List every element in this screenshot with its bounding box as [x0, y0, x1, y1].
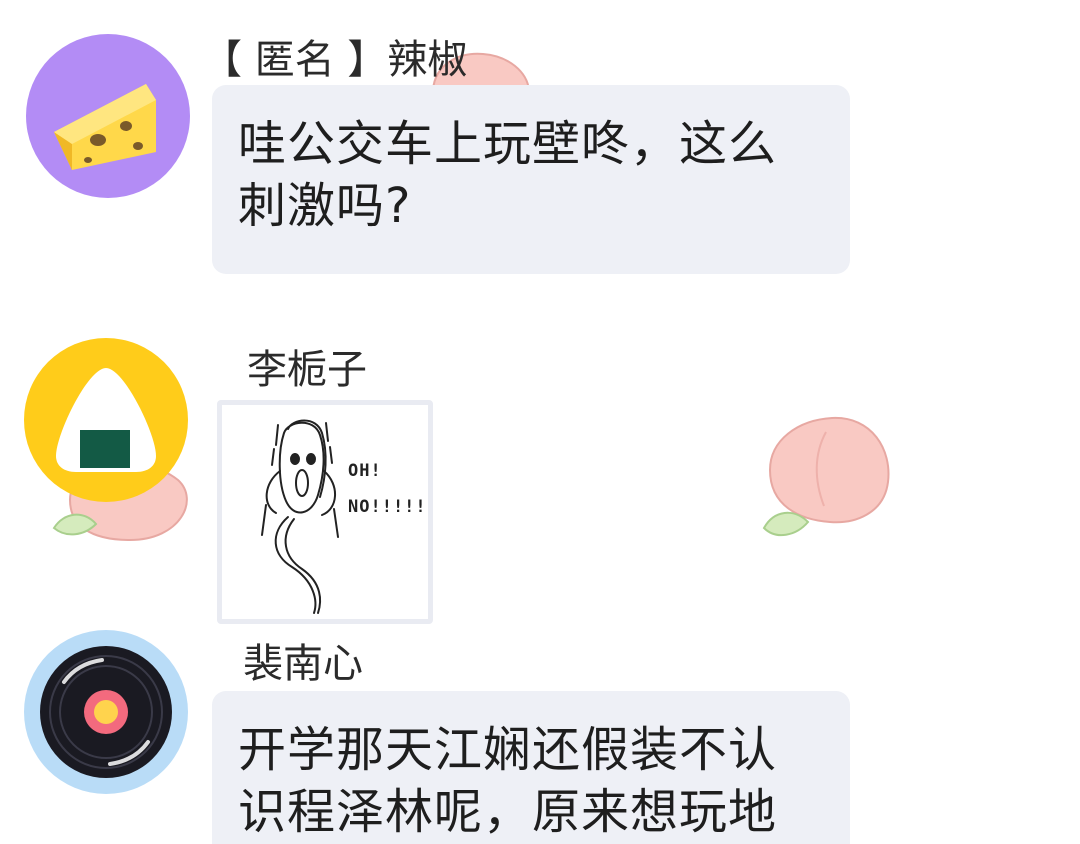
message-text: 刺激吗?: [238, 178, 412, 234]
chat-screen: 【 匿名 】辣椒 哇公交车上玩壁咚，这么 刺激吗? 李栀子 OH! NO!!!!…: [0, 0, 1080, 844]
sender-name: 【 匿名 】辣椒: [202, 37, 468, 83]
sticker-image[interactable]: OH! NO!!!!!: [217, 400, 433, 624]
message-bubble[interactable]: 哇公交车上玩壁咚，这么 刺激吗?: [212, 85, 850, 274]
message-text: 哇公交车上玩壁咚，这么: [238, 116, 778, 172]
message-text: 开学那天江娴还假装不认: [238, 722, 778, 778]
avatar[interactable]: [24, 338, 188, 502]
sticker-caption: OH!: [348, 461, 382, 481]
peach-icon: [762, 416, 890, 537]
avatar[interactable]: [26, 34, 190, 198]
sticker-caption: NO!!!!!: [348, 497, 427, 517]
sender-name: 裴南心: [243, 641, 363, 687]
vinyl-record-icon: [40, 646, 172, 778]
sender-name: 李栀子: [247, 347, 367, 393]
cheese-icon: [54, 84, 156, 170]
message-text: 识程泽林呢，原来想玩地: [238, 784, 778, 840]
avatar[interactable]: [24, 630, 188, 794]
message-bubble[interactable]: 开学那天江娴还假装不认 识程泽林呢，原来想玩地: [212, 691, 850, 844]
onigiri-icon: [56, 368, 156, 472]
